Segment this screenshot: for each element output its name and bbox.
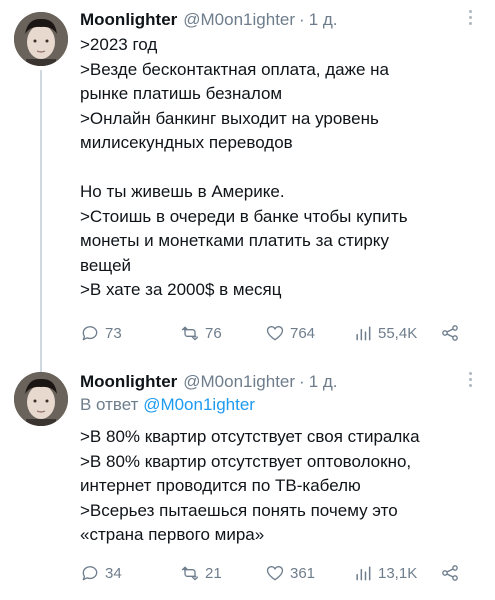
text-line: рынке платишь безналом	[80, 84, 283, 103]
reply-prefix: В ответ	[80, 395, 139, 414]
reply-count: 73	[105, 324, 122, 342]
share-icon	[442, 325, 458, 341]
text-line: вещей	[80, 255, 132, 275]
tweet-1[interactable]: Moonlighter @M0on1ighter · 1 д. >2023 го…	[0, 0, 495, 375]
reply-button[interactable]: 73	[80, 320, 122, 346]
share-button[interactable]	[440, 560, 460, 586]
separator: ·	[299, 372, 305, 391]
text-line: >Онлайн банкинг выходит на уровень	[80, 108, 379, 128]
author-name[interactable]: Moonlighter	[80, 10, 177, 30]
text-line: >Всерьез пытаешься понять почему это	[80, 500, 398, 520]
share-button[interactable]	[440, 320, 460, 346]
like-count: 361	[290, 564, 316, 582]
reply-context: В ответ @M0on1ighter	[80, 395, 255, 415]
tweet-2[interactable]: Moonlighter @M0on1ighter · 1 д. В ответ …	[0, 370, 495, 600]
author-handle[interactable]: @M0on1ighter	[183, 10, 295, 30]
avatar[interactable]	[14, 372, 68, 426]
retweet-button[interactable]: 21	[180, 560, 222, 586]
retweet-icon	[181, 326, 199, 341]
reply-count: 34	[105, 564, 122, 582]
tweet-actions: 34 21 361 13,1K	[80, 560, 480, 586]
text-line	[80, 156, 485, 181]
avatar[interactable]	[14, 12, 68, 66]
timestamp[interactable]: 1 д.	[309, 372, 338, 392]
retweet-icon	[181, 566, 199, 581]
heart-icon	[266, 566, 284, 581]
bar-chart-icon	[356, 566, 371, 581]
tweet-header: Moonlighter @M0on1ighter · 1 д.	[80, 8, 338, 32]
more-dots-icon[interactable]	[469, 372, 473, 387]
author-handle[interactable]: @M0on1ighter	[183, 372, 295, 392]
views-button[interactable]: 13,1K	[353, 560, 417, 586]
views-button[interactable]: 55,4K	[353, 320, 417, 346]
tweet-text: >В 80% квартир отсутствует своя стиралка…	[80, 425, 485, 548]
text-line: >В 80% квартир отсутствует своя стиралка	[80, 427, 420, 446]
timestamp[interactable]: 1 д.	[309, 10, 338, 30]
like-button[interactable]: 361	[265, 560, 315, 586]
text-line: интернет проводится по ТВ-кабелю	[80, 476, 361, 495]
retweet-button[interactable]: 76	[180, 320, 222, 346]
text-line: «страна первого мира»	[80, 525, 265, 544]
retweet-count: 76	[205, 324, 222, 342]
text-line: >Стоишь в очереди в банке чтобы купить	[80, 206, 408, 226]
tweet-header: Moonlighter @M0on1ighter · 1 д.	[80, 370, 338, 394]
text-line: >2023 год	[80, 35, 158, 54]
speech-bubble-icon	[82, 326, 98, 341]
text-line: >В хате за 2000$ в месяц	[80, 280, 282, 299]
text-line: милисекундных переводов	[80, 133, 293, 152]
text-line: монеты и монетками платить за стирку	[80, 231, 389, 250]
reply-button[interactable]: 34	[80, 560, 122, 586]
tweet-text: >2023 год >Везде бесконтактная оплата, д…	[80, 33, 485, 303]
avatar-image	[14, 12, 68, 66]
text-line: >В 80% квартир отсутствует оптоволокно,	[80, 451, 412, 471]
more-dots-icon[interactable]	[469, 10, 473, 25]
reply-mention-link[interactable]: @M0on1ighter	[143, 395, 255, 414]
heart-icon	[266, 326, 284, 341]
author-name[interactable]: Moonlighter	[80, 372, 177, 392]
text-line: Но ты живешь в Америке.	[80, 182, 285, 201]
thread-line	[40, 70, 42, 375]
retweet-count: 21	[205, 564, 222, 582]
like-button[interactable]: 764	[265, 320, 315, 346]
tweet-actions: 73 76 764 55,4K	[80, 320, 480, 346]
avatar-image	[14, 372, 68, 426]
separator: ·	[299, 10, 305, 29]
bar-chart-icon	[356, 326, 371, 341]
speech-bubble-icon	[82, 566, 98, 581]
views-count: 13,1K	[378, 564, 418, 582]
text-line: >Везде бесконтактная оплата, даже на	[80, 59, 389, 79]
like-count: 764	[290, 324, 316, 342]
share-icon	[442, 565, 458, 581]
views-count: 55,4K	[378, 324, 418, 342]
